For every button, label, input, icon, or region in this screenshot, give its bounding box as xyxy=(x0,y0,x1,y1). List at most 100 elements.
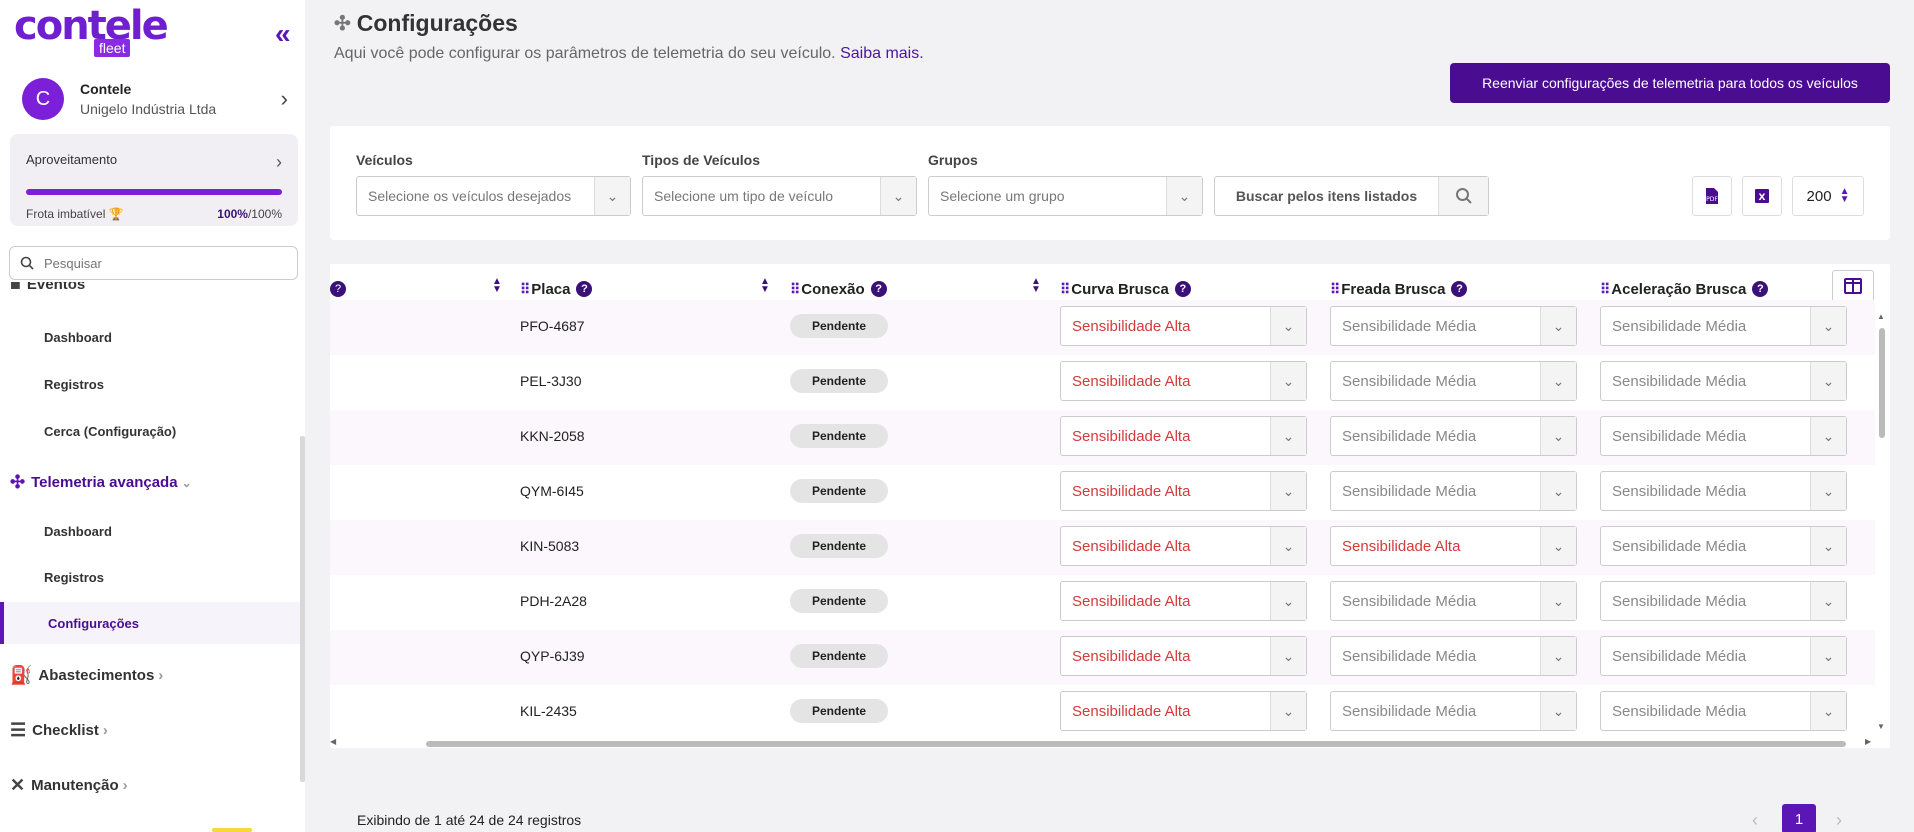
sidebar-item-checklist[interactable]: ☰ Checklist › xyxy=(10,720,108,741)
performance-card[interactable]: Aproveitamento › Frota imbatível 🏆 100%/… xyxy=(10,134,298,226)
freada-brusca-select[interactable]: Sensibilidade Alta ⌄ xyxy=(1330,526,1577,566)
help-icon[interactable]: ? xyxy=(870,281,887,297)
filter-card: Veículos Selecione os veículos desejados… xyxy=(330,126,1890,240)
page-size-stepper[interactable]: 200 ▲ ▼ xyxy=(1792,176,1864,216)
list-search-button[interactable] xyxy=(1438,177,1488,215)
scroll-left-icon[interactable]: ◀ xyxy=(330,737,336,746)
column-header-conexao[interactable]: ⠿ Conexão ? xyxy=(790,278,887,300)
chevron-right-icon[interactable]: › xyxy=(1836,810,1842,831)
drag-handle-icon[interactable]: ⠿ xyxy=(520,281,530,298)
sort-icon[interactable]: ▲ ▼ xyxy=(760,277,770,295)
help-widget-tab[interactable] xyxy=(212,828,252,832)
vehicle-types-select[interactable]: Selecione um tipo de veículo ⌄ xyxy=(642,176,917,216)
sidebar-item-manutencao[interactable]: ✕ Manutenção › xyxy=(10,775,128,796)
aceleracao-brusca-select[interactable]: Sensibilidade Média ⌄ xyxy=(1600,581,1847,621)
drag-handle-icon[interactable]: ⠿ xyxy=(1330,281,1340,298)
select-value: Sensibilidade Média xyxy=(1342,427,1477,445)
groups-select[interactable]: Selecione um grupo ⌄ xyxy=(928,176,1203,216)
sidebar-item-telemetria[interactable]: ✣ Telemetria avançada ⌄ xyxy=(10,472,192,493)
curva-brusca-select[interactable]: Sensibilidade Alta ⌄ xyxy=(1060,306,1307,346)
scroll-right-icon[interactable]: ▶ xyxy=(1865,737,1871,746)
vehicles-select[interactable]: Selecione os veículos desejados ⌄ xyxy=(356,176,631,216)
curva-brusca-select[interactable]: Sensibilidade Alta ⌄ xyxy=(1060,526,1307,566)
sidebar-item-configuracoes[interactable]: Configurações xyxy=(48,616,139,631)
aceleracao-brusca-select[interactable]: Sensibilidade Média ⌄ xyxy=(1600,526,1847,566)
learn-more-link[interactable]: Saiba mais. xyxy=(840,45,924,62)
curva-brusca-select[interactable]: Sensibilidade Alta ⌄ xyxy=(1060,471,1307,511)
freada-brusca-select[interactable]: Sensibilidade Média ⌄ xyxy=(1330,306,1577,346)
curva-brusca-select[interactable]: Sensibilidade Alta ⌄ xyxy=(1060,636,1307,676)
freada-brusca-select[interactable]: Sensibilidade Média ⌄ xyxy=(1330,636,1577,676)
curva-brusca-select[interactable]: Sensibilidade Alta ⌄ xyxy=(1060,361,1307,401)
collapse-sidebar-icon[interactable]: « xyxy=(275,20,291,48)
records-info: Exibindo de 1 até 24 de 24 registros xyxy=(357,812,582,828)
column-header-aceleracao-brusca[interactable]: ⠿ Aceleração Brusca ? xyxy=(1600,278,1769,300)
list-search[interactable]: Buscar pelos itens listados xyxy=(1214,176,1489,216)
sidebar-item-eventos-registros[interactable]: Registros xyxy=(44,377,104,392)
account-switcher[interactable]: C Contele Unigelo Indústria Ltda › xyxy=(22,76,292,122)
export-pdf-button[interactable]: PDF xyxy=(1692,176,1732,216)
page-size-value: 200 xyxy=(1806,187,1832,205)
status-badge: Pendente xyxy=(790,644,888,668)
scroll-thumb[interactable] xyxy=(1879,328,1885,438)
fuel-pump-icon: ⛽ xyxy=(10,665,33,685)
account-name: Contele xyxy=(80,81,132,97)
sort-icon[interactable]: ▲ ▼ xyxy=(492,277,502,295)
telemetry-table: ? ▲ ▼ ⠿ Placa ? ▲ ▼ ⠿ Conexão ? ▲ ▼ ⠿ Curva… xyxy=(330,264,1890,748)
status-badge: Pendente xyxy=(790,534,888,558)
column-header-curva-brusca[interactable]: ⠿ Curva Brusca ? xyxy=(1060,278,1191,300)
curva-brusca-select[interactable]: Sensibilidade Alta ⌄ xyxy=(1060,581,1307,621)
select-value: Sensibilidade Média xyxy=(1342,592,1477,610)
export-excel-button[interactable]: X xyxy=(1742,176,1782,216)
sidebar-item-telemetria-dashboard[interactable]: Dashboard xyxy=(44,524,112,539)
help-icon[interactable]: ? xyxy=(330,281,346,297)
drag-handle-icon[interactable]: ⠿ xyxy=(1060,281,1070,298)
freada-brusca-select[interactable]: Sensibilidade Média ⌄ xyxy=(1330,581,1577,621)
aceleracao-brusca-select[interactable]: Sensibilidade Média ⌄ xyxy=(1600,416,1847,456)
help-icon[interactable]: ? xyxy=(1451,281,1468,297)
list-search-input[interactable]: Buscar pelos itens listados xyxy=(1215,177,1438,215)
resend-config-button[interactable]: Reenviar configurações de telemetria par… xyxy=(1450,63,1890,103)
help-icon[interactable]: ? xyxy=(1752,281,1769,297)
scroll-up-icon[interactable]: ▲ xyxy=(1877,312,1885,321)
freada-brusca-select[interactable]: Sensibilidade Média ⌄ xyxy=(1330,691,1577,731)
sidebar-item-eventos[interactable]: ■ Eventos xyxy=(10,282,85,295)
table-vertical-scrollbar[interactable]: ▲ ▼ xyxy=(1877,312,1887,734)
sidebar-item-telemetria-registros[interactable]: Registros xyxy=(44,570,104,585)
select-value: Sensibilidade Média xyxy=(1342,372,1477,390)
aceleracao-brusca-select[interactable]: Sensibilidade Média ⌄ xyxy=(1600,306,1847,346)
contele-fleet-logo[interactable]: contele fleet xyxy=(14,6,169,58)
sidebar-item-eventos-dashboard[interactable]: Dashboard xyxy=(44,330,112,345)
scroll-thumb[interactable] xyxy=(426,741,1846,747)
chevron-left-icon[interactable]: ‹ xyxy=(1752,810,1758,831)
drag-handle-icon[interactable]: ⠿ xyxy=(790,281,800,298)
sidebar-search[interactable] xyxy=(9,246,298,280)
sidebar-search-input[interactable] xyxy=(44,255,264,271)
pdf-file-icon: PDF xyxy=(1706,188,1718,204)
chevron-down-icon: ⌄ xyxy=(1270,637,1306,675)
aceleracao-brusca-select[interactable]: Sensibilidade Média ⌄ xyxy=(1600,361,1847,401)
sidebar-item-cerca[interactable]: Cerca (Configuração) xyxy=(44,424,176,439)
drag-handle-icon[interactable]: ⠿ xyxy=(1600,281,1610,298)
sidebar-item-abastecimentos[interactable]: ⛽ Abastecimentos › xyxy=(10,665,163,686)
column-header-placa[interactable]: ⠿ Placa ? xyxy=(520,278,593,300)
aceleracao-brusca-select[interactable]: Sensibilidade Média ⌄ xyxy=(1600,636,1847,676)
freada-brusca-select[interactable]: Sensibilidade Média ⌄ xyxy=(1330,416,1577,456)
pagination-page-1[interactable]: 1 xyxy=(1782,804,1816,832)
freada-brusca-select[interactable]: Sensibilidade Média ⌄ xyxy=(1330,361,1577,401)
sidebar-scrollbar[interactable] xyxy=(300,436,305,782)
chevron-down-icon: ⌄ xyxy=(1540,527,1576,565)
help-icon[interactable]: ? xyxy=(1174,281,1191,297)
table-row: PFO-4687 Pendente Sensibilidade Alta ⌄ Sensi… xyxy=(330,300,1875,355)
scroll-down-icon[interactable]: ▼ xyxy=(1877,722,1885,731)
sort-icon[interactable]: ▲ ▼ xyxy=(1031,277,1041,295)
curva-brusca-select[interactable]: Sensibilidade Alta ⌄ xyxy=(1060,691,1307,731)
aceleracao-brusca-select[interactable]: Sensibilidade Média ⌄ xyxy=(1600,471,1847,511)
column-visibility-button[interactable] xyxy=(1832,270,1874,302)
aceleracao-brusca-select[interactable]: Sensibilidade Média ⌄ xyxy=(1600,691,1847,731)
curva-brusca-select[interactable]: Sensibilidade Alta ⌄ xyxy=(1060,416,1307,456)
help-icon[interactable]: ? xyxy=(576,281,593,297)
table-horizontal-scrollbar[interactable]: ◀ ▶ xyxy=(330,737,1875,748)
column-header-freada-brusca[interactable]: ⠿ Freada Brusca ? xyxy=(1330,278,1468,300)
freada-brusca-select[interactable]: Sensibilidade Média ⌄ xyxy=(1330,471,1577,511)
